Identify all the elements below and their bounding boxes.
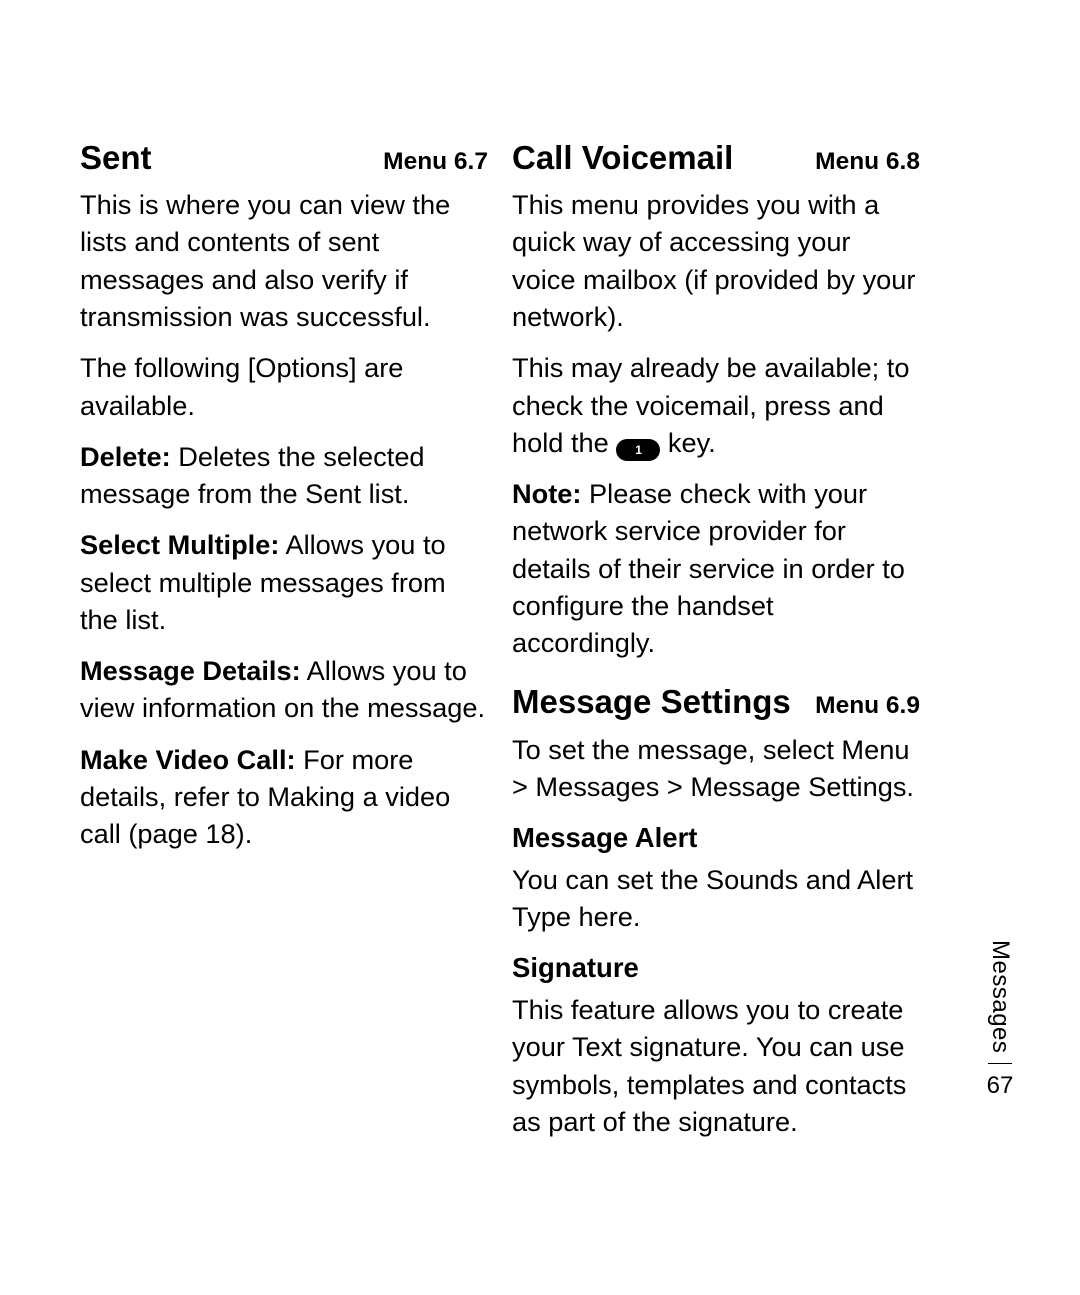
voicemail-p1: This menu provides you with a quick way … xyxy=(512,186,920,335)
settings-p1: To set the message, select Menu > Messag… xyxy=(512,731,920,806)
side-divider xyxy=(988,1063,1012,1064)
voicemail-menu-id: Menu 6.8 xyxy=(815,145,920,179)
voicemail-note: Note: Please check with your network ser… xyxy=(512,475,920,661)
sent-options-intro: The following [Options] are available. xyxy=(80,349,488,424)
signature-subhead: Signature xyxy=(512,949,920,987)
voicemail-p2: This may already be available; to check … xyxy=(512,349,920,461)
left-column: Sent Menu 6.7 This is where you can view… xyxy=(80,135,488,1154)
voicemail-heading: Call Voicemail xyxy=(512,135,733,180)
option-delete-term: Delete: xyxy=(80,441,171,472)
option-message-details: Message Details: Allows you to view info… xyxy=(80,652,488,727)
one-key-icon: 1 xyxy=(616,439,660,461)
settings-heading-row: Message Settings Menu 6.9 xyxy=(512,679,920,724)
message-alert-subhead: Message Alert xyxy=(512,819,920,857)
content-columns: Sent Menu 6.7 This is where you can view… xyxy=(0,0,1080,1154)
voicemail-p2-post: key. xyxy=(660,427,715,458)
section-label: Messages xyxy=(986,940,1014,1053)
option-delete: Delete: Deletes the selected message fro… xyxy=(80,438,488,513)
option-message-details-term: Message Details: xyxy=(80,655,301,686)
voicemail-note-term: Note: xyxy=(512,478,581,509)
option-video-call-term: Make Video Call: xyxy=(80,744,296,775)
settings-menu-id: Menu 6.9 xyxy=(815,689,920,723)
option-select-multiple-term: Select Multiple: xyxy=(80,529,279,560)
settings-heading: Message Settings xyxy=(512,679,791,724)
right-column: Call Voicemail Menu 6.8 This menu provid… xyxy=(512,135,920,1154)
page-number: 67 xyxy=(985,1072,1015,1100)
sent-intro: This is where you can view the lists and… xyxy=(80,186,488,335)
option-video-call: Make Video Call: For more details, refer… xyxy=(80,741,488,853)
manual-page: Sent Menu 6.7 This is where you can view… xyxy=(0,0,1080,1295)
sent-heading-row: Sent Menu 6.7 xyxy=(80,135,488,180)
sent-menu-id: Menu 6.7 xyxy=(383,145,488,179)
side-strip: Messages 67 xyxy=(985,940,1015,1100)
voicemail-heading-row: Call Voicemail Menu 6.8 xyxy=(512,135,920,180)
sent-heading: Sent xyxy=(80,135,152,180)
option-select-multiple: Select Multiple: Allows you to select mu… xyxy=(80,526,488,638)
signature-body: This feature allows you to create your T… xyxy=(512,991,920,1140)
message-alert-body: You can set the Sounds and Alert Type he… xyxy=(512,861,920,936)
